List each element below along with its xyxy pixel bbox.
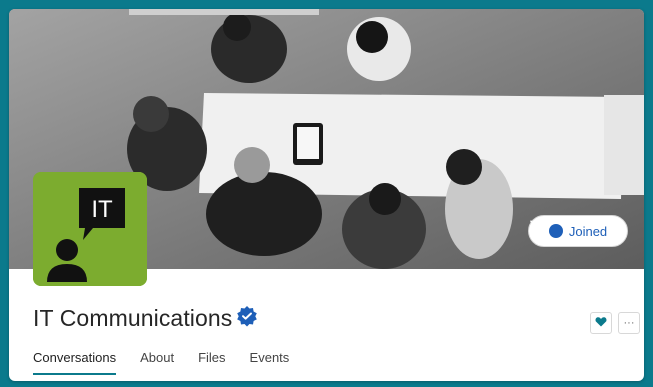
tab-about[interactable]: About xyxy=(140,350,174,373)
it-speech-person-icon: IT xyxy=(33,172,147,286)
favorite-button[interactable] xyxy=(590,312,612,334)
group-card: Joined IT IT Communications ··· Conversa… xyxy=(9,9,644,381)
joined-button[interactable]: Joined xyxy=(528,215,628,247)
more-options-button[interactable]: ··· xyxy=(618,312,640,334)
logo-text: IT xyxy=(91,196,113,223)
tab-files[interactable]: Files xyxy=(198,350,225,373)
check-circle-icon xyxy=(530,218,563,238)
tab-events[interactable]: Events xyxy=(250,350,290,373)
group-tabs: Conversations About Files Events xyxy=(33,350,290,375)
group-logo: IT xyxy=(33,172,147,286)
tab-conversations[interactable]: Conversations xyxy=(33,350,117,375)
heart-icon xyxy=(595,316,607,330)
verified-badge-icon xyxy=(236,305,258,332)
group-title: IT Communications xyxy=(33,305,233,331)
group-actions: ··· xyxy=(590,312,640,334)
group-title-row: IT Communications xyxy=(33,305,258,332)
more-options-icon: ··· xyxy=(623,317,635,329)
joined-label: Joined xyxy=(568,223,608,239)
